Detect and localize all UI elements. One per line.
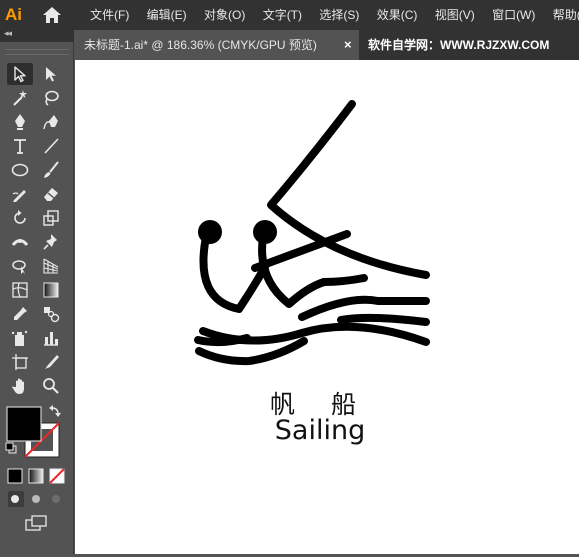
blend-tool[interactable] bbox=[38, 303, 64, 325]
curvature-pen-icon bbox=[43, 115, 58, 130]
gradient-tool[interactable] bbox=[38, 279, 64, 301]
eyedropper-icon bbox=[14, 307, 27, 320]
line-segment-icon bbox=[44, 138, 59, 154]
menu-file[interactable]: 文件(F) bbox=[90, 0, 129, 30]
type-t-icon bbox=[14, 139, 26, 154]
sailing-pictogram bbox=[194, 100, 430, 366]
ellipse-icon bbox=[11, 163, 29, 177]
menu-help[interactable]: 帮助(H) bbox=[553, 0, 579, 30]
pushpin-icon bbox=[43, 234, 57, 250]
draw-behind-icon[interactable] bbox=[32, 495, 40, 503]
menu-window[interactable]: 窗口(W) bbox=[492, 0, 535, 30]
mesh-icon bbox=[12, 282, 28, 298]
curvature-tool[interactable] bbox=[38, 111, 64, 133]
selection-arrow-icon bbox=[14, 66, 26, 83]
lasso-icon bbox=[45, 90, 59, 106]
gradient-icon bbox=[43, 282, 59, 298]
paintbrush-icon bbox=[44, 161, 59, 178]
artboard-canvas[interactable]: 帆 船 Sailing bbox=[75, 60, 579, 554]
color-controls bbox=[0, 402, 74, 552]
sailor-left-body bbox=[199, 233, 269, 313]
type-tool[interactable] bbox=[7, 135, 33, 157]
document-tab-title: 未标题-1.ai* @ 186.36% (CMYK/GPU 预览) bbox=[84, 38, 317, 52]
document-tab-bar: 未标题-1.ai* @ 186.36% (CMYK/GPU 预览) × 软件自学… bbox=[74, 30, 579, 60]
width-tool[interactable] bbox=[7, 231, 33, 253]
shaper-pencil-icon bbox=[12, 190, 26, 202]
direct-selection-tool[interactable] bbox=[38, 63, 64, 85]
artboard-icon bbox=[12, 354, 28, 370]
sailor-head-left bbox=[198, 220, 222, 244]
draw-normal-icon[interactable] bbox=[8, 491, 24, 507]
swap-fill-stroke-icon[interactable] bbox=[49, 405, 61, 417]
menu-object[interactable]: 对象(O) bbox=[204, 0, 245, 30]
menu-view[interactable]: 视图(V) bbox=[435, 0, 475, 30]
shaper-tool[interactable] bbox=[7, 183, 33, 205]
slice-tool[interactable] bbox=[38, 351, 64, 373]
pen-tool[interactable] bbox=[7, 111, 33, 133]
perspective-grid-icon bbox=[43, 258, 59, 274]
menu-bar: Ai 文件(F) 编辑(E) 对象(O) 文字(T) 选择(S) 效果(C) 视… bbox=[0, 0, 579, 30]
eraser-icon bbox=[44, 188, 58, 201]
toolbar-grip[interactable] bbox=[5, 49, 69, 55]
hull-line bbox=[194, 334, 251, 347]
zoom-tool[interactable] bbox=[38, 375, 64, 397]
width-tool-icon bbox=[11, 239, 29, 246]
artboard-tool[interactable] bbox=[7, 351, 33, 373]
close-icon[interactable]: × bbox=[344, 30, 352, 60]
menu-effect[interactable]: 效果(C) bbox=[377, 0, 418, 30]
paintbrush-tool[interactable] bbox=[38, 159, 64, 181]
mesh-tool[interactable] bbox=[7, 279, 33, 301]
selection-tool[interactable] bbox=[7, 63, 33, 85]
hand-tool[interactable] bbox=[7, 375, 33, 397]
eyedropper-tool[interactable] bbox=[7, 303, 33, 325]
screen-mode-icon[interactable] bbox=[25, 515, 47, 531]
symbol-sprayer-tool[interactable] bbox=[7, 327, 33, 349]
slice-knife-icon bbox=[45, 355, 59, 369]
line-segment-tool[interactable] bbox=[38, 135, 64, 157]
illustrator-logo: Ai bbox=[5, 5, 22, 24]
draw-inside-icon[interactable] bbox=[52, 495, 60, 503]
perspective-grid-tool[interactable] bbox=[38, 255, 64, 277]
scale-tool[interactable] bbox=[38, 207, 64, 229]
sailor-arm-link bbox=[320, 274, 368, 286]
tools-panel bbox=[0, 42, 74, 554]
menu-edit[interactable]: 编辑(E) bbox=[147, 0, 187, 30]
menu-type[interactable]: 文字(T) bbox=[263, 0, 302, 30]
fill-swatch[interactable] bbox=[6, 406, 42, 442]
document-tab[interactable]: 未标题-1.ai* @ 186.36% (CMYK/GPU 预览) × bbox=[74, 30, 359, 60]
default-colors-icon[interactable] bbox=[5, 442, 17, 454]
blend-icon bbox=[44, 307, 60, 323]
puppet-warp-tool[interactable] bbox=[38, 231, 64, 253]
magic-wand-tool[interactable] bbox=[7, 87, 33, 109]
eraser-tool[interactable] bbox=[38, 183, 64, 205]
symbol-sprayer-icon bbox=[11, 330, 28, 346]
magnifier-icon bbox=[43, 378, 59, 394]
menu-select[interactable]: 选择(S) bbox=[319, 0, 359, 30]
scale-icon bbox=[43, 210, 59, 226]
hand-icon bbox=[12, 378, 24, 394]
rotate-icon bbox=[14, 210, 26, 224]
magic-wand-icon bbox=[13, 90, 27, 106]
rotate-tool[interactable] bbox=[7, 207, 33, 229]
home-icon[interactable] bbox=[42, 6, 62, 24]
sailor-head-right bbox=[253, 220, 277, 244]
pen-nib-icon bbox=[15, 114, 25, 130]
ellipse-tool[interactable] bbox=[7, 159, 33, 181]
column-graph-tool[interactable] bbox=[38, 327, 64, 349]
color-mode-gradient[interactable] bbox=[28, 468, 44, 484]
menu-list: 文件(F) 编辑(E) 对象(O) 文字(T) 选择(S) 效果(C) 视图(V… bbox=[90, 0, 579, 30]
color-mode-none[interactable] bbox=[49, 468, 65, 484]
wave-middle-right bbox=[337, 313, 430, 326]
panel-collapse-bar: ◂◂ bbox=[0, 28, 74, 42]
collapse-panel-icon[interactable]: ◂◂ bbox=[4, 28, 12, 39]
lasso-tool[interactable] bbox=[38, 87, 64, 109]
caption-english: Sailing bbox=[274, 415, 366, 446]
color-mode-solid[interactable] bbox=[7, 468, 23, 484]
site-watermark-tab: 软件自学网：WWW.RJZXW.COM bbox=[368, 38, 550, 52]
shape-builder-tool[interactable] bbox=[7, 255, 33, 277]
direct-selection-arrow-icon bbox=[46, 67, 56, 82]
bar-graph-icon bbox=[44, 332, 58, 346]
shape-builder-icon bbox=[12, 260, 26, 274]
